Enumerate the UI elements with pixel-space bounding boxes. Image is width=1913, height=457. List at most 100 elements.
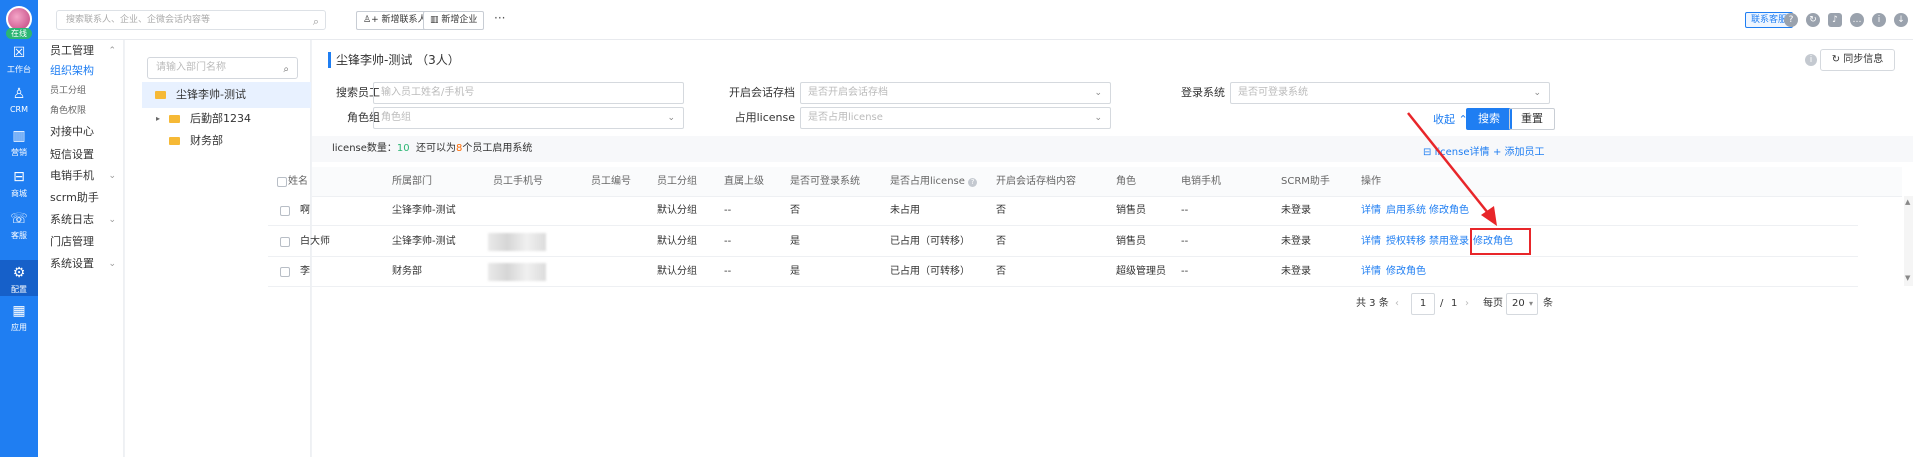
chevron-down-icon: ⌄ [1094,113,1102,123]
detail-link[interactable]: 详情 [1361,257,1381,287]
col-role: 角色 [1116,176,1136,187]
cell-mobile: -- [1181,205,1189,216]
col-phone: 员工手机号 [493,176,543,187]
bell-icon[interactable]: ♪ [1828,13,1842,27]
message-icon[interactable]: … [1850,13,1864,27]
rail-label: 工作台 [7,65,31,74]
settings-sidebar: 员工管理 ⌃ 组织架构 员工分组 角色权限 对接中心 短信设置 电销手机 ⌄ scr… [38,40,124,457]
rail-apps[interactable]: ▦ 应用 [0,302,38,332]
global-search-input[interactable]: 搜索联系人、企业、企微会话内容等 ⌕ [56,10,326,30]
detail-link[interactable]: 详情 [1361,227,1381,257]
sidebar-item-label: 电销手机 [50,169,94,182]
license-bar: license数量：10 还可以为8个员工启用系统 [312,136,1913,162]
next-page-icon[interactable]: › [1465,293,1469,315]
more-icon[interactable]: ··· [494,11,505,25]
app-root: 在线 ☒ 工作台 ♙ CRM ▥ 营销 ⊟ 商城 ☏ 客服 ⚙ 配置 ▦ 应用 [0,0,1913,457]
sidebar-item-sales-phone[interactable]: 电销手机 ⌄ [50,167,120,185]
archive-select[interactable]: 是否开启会话存档 ⌄ [800,82,1111,104]
help-icon[interactable]: ? [1784,13,1798,27]
cell-group: 默认分组 [657,236,697,247]
new-company-button[interactable]: ▥ 新增企业 [423,11,485,30]
row-checkbox[interactable] [280,267,290,277]
refresh-icon[interactable]: ↻ [1806,13,1820,27]
detail-link[interactable]: 详情 [1361,196,1381,226]
page-input[interactable]: 1 [1411,293,1435,315]
enable-system-link[interactable]: 启用系统 [1386,196,1426,226]
new-contact-label: 新增联系人 [381,15,427,25]
vertical-scrollbar[interactable]: ▲ ▼ [1904,196,1913,286]
new-contact-button[interactable]: ♙+ 新增联系人 [356,11,434,30]
rail-marketing[interactable]: ▥ 营销 [0,127,38,157]
prev-page-icon[interactable]: ‹ [1395,293,1399,315]
scroll-down-icon[interactable]: ▼ [1905,274,1910,282]
sidebar-item-label: 员工管理 [50,44,94,57]
row-checkbox[interactable] [280,206,290,216]
col-login: 是否可登录系统 [790,176,860,187]
edit-role-link[interactable]: 修改角色 [1386,257,1426,287]
license-prefix: license数量： [332,143,397,154]
rail-label: CRM [9,105,29,114]
rail-label: 应用 [11,323,27,332]
rail-service[interactable]: ☏ 客服 [0,210,38,240]
info-icon[interactable]: i [1872,13,1886,27]
license-suffix: 个员工启用系统 [462,143,533,154]
table-row: 啊 尘锋李帅-测试 默认分组 -- 否 未占用 否 销售员 -- 未登录 详情 … [268,196,1858,226]
rail-crm[interactable]: ♙ CRM [0,85,38,115]
reset-button[interactable]: 重置 [1509,108,1555,130]
search-employee-input[interactable]: 输入员工姓名/手机号 [373,82,684,104]
online-badge: 在线 [6,28,32,39]
row-checkbox[interactable] [280,237,290,247]
rail-mall[interactable]: ⊟ 商城 [0,168,38,198]
rail-workbench[interactable]: ☒ 工作台 [0,44,38,74]
sidebar-item-scrm[interactable]: scrm助手 [50,189,120,207]
search-employee-placeholder: 输入员工姓名/手机号 [381,87,475,98]
department-search-input[interactable]: 请输入部门名称 ⌕ [147,57,298,79]
cell-archive: 否 [996,236,1006,247]
service-icon: ☏ [10,211,28,227]
cell-archive: 否 [996,266,1006,277]
cell-mobile: -- [1181,236,1189,247]
scroll-up-icon[interactable]: ▲ [1905,198,1910,206]
chevron-down-icon: ⌄ [108,215,116,225]
license-select[interactable]: 是否占用license ⌄ [800,107,1111,129]
folder-icon [155,91,166,99]
sidebar-item-employee-group[interactable]: 员工分组 [50,82,120,100]
download-icon[interactable]: ↓ [1894,13,1908,27]
add-employee-link[interactable]: + 添加员工 [1493,143,1545,158]
sync-button[interactable]: ↻ 同步信息 [1820,49,1895,71]
search-icon: ⌕ [283,64,289,75]
cell-group: 默认分组 [657,205,697,216]
help-icon[interactable]: ? [968,178,978,187]
role-group-select[interactable]: 角色组 ⌄ [373,107,684,129]
per-page-select[interactable]: 20 ▾ [1506,293,1538,315]
sidebar-item-system-settings[interactable]: 系统设置 ⌄ [50,255,120,273]
sidebar-item-system-log[interactable]: 系统日志 ⌄ [50,211,120,229]
folder-icon [169,137,180,145]
sidebar-item-employee-mgmt[interactable]: 员工管理 ⌃ [50,42,120,60]
annotation-highlight-box [1470,228,1531,255]
license-detail-label: license详情 [1434,147,1490,158]
mall-icon: ⊟ [13,169,25,185]
edit-role-link[interactable]: 修改角色 [1429,196,1469,226]
rail-config[interactable]: ⚙ 配置 [0,260,38,296]
license-detail-link[interactable]: ⊟ license详情 [1423,143,1489,158]
tree-node-label: 尘锋李帅-测试 [176,88,246,101]
col-dept: 所属部门 [392,176,432,187]
tree-node-finance[interactable]: 财务部 [142,128,311,154]
transfer-auth-link[interactable]: 授权转移 [1386,227,1426,257]
tree-node-root[interactable]: 尘锋李帅-测试 [142,82,311,108]
role-group-placeholder: 角色组 [381,112,411,123]
license-detail-icon: ⊟ [1423,147,1435,158]
login-select[interactable]: 是否可登录系统 ⌄ [1230,82,1550,104]
disable-login-link[interactable]: 禁用登录 [1429,227,1469,257]
sidebar-item-role-permission[interactable]: 角色权限 [50,102,120,120]
sidebar-item-org-structure[interactable]: 组织架构 [50,62,120,80]
info-icon[interactable]: i [1805,54,1817,66]
collapse-filters-link[interactable]: 收起 ⌃ [1433,111,1468,127]
search-button[interactable]: 搜索 [1466,108,1512,130]
sidebar-item-integration[interactable]: 对接中心 [50,123,120,141]
cell-role: 超级管理员 [1116,266,1166,277]
select-all-checkbox[interactable] [277,177,287,187]
sidebar-item-sms[interactable]: 短信设置 [50,146,120,164]
sidebar-item-store[interactable]: 门店管理 [50,233,120,251]
